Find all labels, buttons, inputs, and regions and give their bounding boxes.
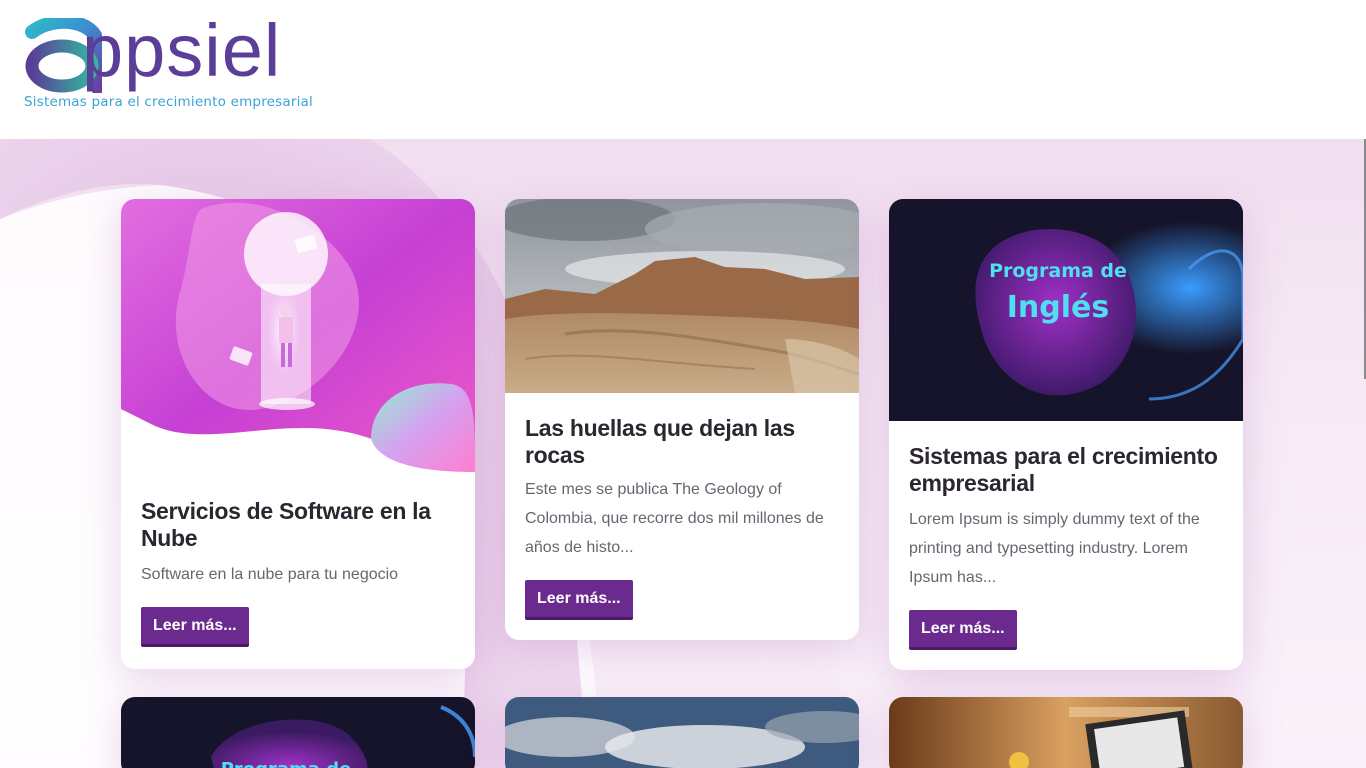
card-excerpt: Software en la nube para tu negocio bbox=[141, 566, 399, 583]
blog-card-row2-3 bbox=[889, 697, 1243, 768]
read-more-button[interactable]: Leer más... bbox=[525, 580, 633, 620]
card-image-sky-clouds[interactable] bbox=[505, 697, 859, 768]
card-image-desert-rocks[interactable] bbox=[505, 199, 859, 393]
card-image-programa[interactable]: Programa de bbox=[121, 697, 475, 768]
card-body: Servicios de Software en la Nube Softwar… bbox=[121, 472, 475, 669]
card-title[interactable]: Servicios de Software en la Nube bbox=[141, 498, 455, 552]
site-header: ppsiel Sistemas para el crecimiento empr… bbox=[0, 0, 1366, 139]
blog-card-software-nube: Servicios de Software en la Nube Softwar… bbox=[121, 199, 475, 669]
card-image-laptop-desk[interactable] bbox=[889, 697, 1243, 768]
card-title[interactable]: Las huellas que dejan las rocas bbox=[525, 415, 839, 469]
blog-card-crecimiento-empresarial: Programa de Inglés Sistemas para el crec… bbox=[889, 199, 1243, 670]
card-excerpt: Este mes se publica The Geology of Colom… bbox=[525, 481, 824, 556]
logo-tagline: Sistemas para el crecimiento empresarial bbox=[24, 94, 313, 110]
blog-card-huellas-rocas: Las huellas que dejan las rocas Este mes… bbox=[505, 199, 859, 640]
read-more-button[interactable]: Leer más... bbox=[141, 607, 249, 647]
card-excerpt: Lorem Ipsum is simply dummy text of the … bbox=[909, 511, 1200, 586]
blog-card-row2-1: Programa de bbox=[121, 697, 475, 768]
image-caption-line1: Programa de bbox=[989, 260, 1127, 282]
image-caption-line2: Inglés bbox=[1007, 290, 1109, 325]
read-more-button[interactable]: Leer más... bbox=[909, 610, 1017, 650]
card-title[interactable]: Sistemas para el crecimiento empresarial bbox=[909, 443, 1223, 497]
card-image-cloud-software[interactable] bbox=[121, 199, 475, 472]
blog-card-row2-2 bbox=[505, 697, 859, 768]
appsiel-logo[interactable]: ppsiel Sistemas para el crecimiento empr… bbox=[22, 9, 352, 113]
card-body: Las huellas que dejan las rocas Este mes… bbox=[505, 393, 859, 640]
image-caption: Programa de bbox=[221, 759, 352, 768]
card-image-programa-ingles[interactable]: Programa de Inglés bbox=[889, 199, 1243, 421]
card-body: Sistemas para el crecimiento empresarial… bbox=[889, 421, 1243, 670]
logo-wordmark: ppsiel bbox=[82, 9, 282, 92]
